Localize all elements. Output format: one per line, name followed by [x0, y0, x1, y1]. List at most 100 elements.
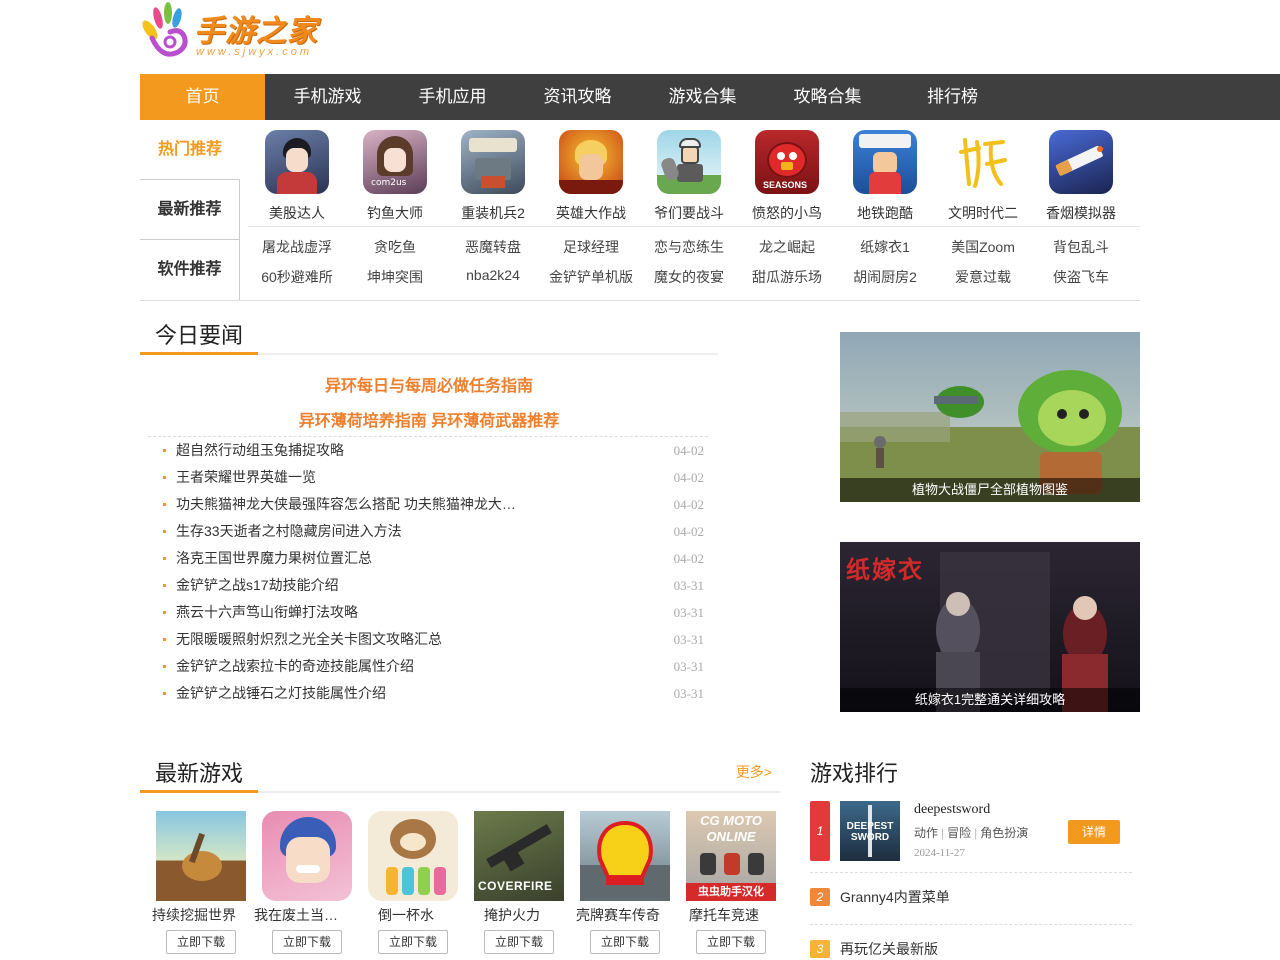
news-item[interactable]: 洛克王国世界魔力果树位置汇总 04-02: [148, 545, 708, 572]
nav-news-guides[interactable]: 资讯攻略: [515, 74, 640, 120]
nav-game-collections[interactable]: 游戏合集: [640, 74, 765, 120]
nav-guide-collections[interactable]: 攻略合集: [765, 74, 890, 120]
anime-girl-icon: com2us: [363, 130, 427, 194]
tab-newest[interactable]: 最新推荐: [140, 180, 240, 240]
download-button[interactable]: 立即下载: [590, 930, 660, 954]
text-link[interactable]: 贪吃鱼: [346, 237, 444, 267]
tab-hot[interactable]: 热门推荐: [140, 120, 240, 180]
news-date: 04-02: [673, 443, 704, 458]
game-card[interactable]: 持续挖掘世界 立即下载: [148, 811, 254, 954]
text-link[interactable]: 胡闹厨房2: [836, 267, 934, 297]
bullet-icon: [163, 476, 166, 479]
game-card[interactable]: 壳牌赛车传奇 立即下载: [572, 811, 678, 954]
text-link[interactable]: 爱意过载: [934, 267, 1032, 297]
text-link[interactable]: 魔女的夜宴: [640, 267, 738, 297]
latest-games-header: 最新游戏 更多>: [140, 756, 780, 793]
text-link[interactable]: nba2k24: [444, 267, 542, 297]
rank-item[interactable]: 3 再玩亿关最新版: [810, 938, 1140, 960]
app-tile[interactable]: 文明时代二: [934, 130, 1032, 223]
bullet-icon: [163, 692, 166, 695]
news-date: 03-31: [673, 659, 704, 674]
text-link[interactable]: 龙之崛起: [738, 237, 836, 267]
headline-link[interactable]: 异环薄荷培养指南 异环薄荷武器推荐: [140, 407, 718, 431]
rank-tag: 角色扮演: [980, 826, 1029, 840]
news-item[interactable]: 燕云十六声笃山衔蝉打法攻略 03-31: [148, 599, 708, 626]
app-tile[interactable]: 香烟模拟器: [1032, 130, 1130, 223]
news-item[interactable]: 王者荣耀世界英雄一览 04-02: [148, 464, 708, 491]
news-item[interactable]: 金铲铲之战s17劫技能介绍 03-31: [148, 572, 708, 599]
news-item[interactable]: 无限暖暖照射炽烈之光全关卡图文攻略汇总 03-31: [148, 626, 708, 653]
download-button[interactable]: 立即下载: [378, 930, 448, 954]
news-item[interactable]: 超自然行动组玉兔捕捉攻略 04-02: [148, 437, 708, 464]
text-link[interactable]: 恋与恋练生: [640, 237, 738, 267]
text-link[interactable]: 甜瓜游乐场: [738, 267, 836, 297]
warrior-icon: [657, 130, 721, 194]
more-link[interactable]: 更多>: [736, 762, 772, 782]
text-link[interactable]: 恶魔转盘: [444, 237, 542, 267]
app-tile[interactable]: com2us 钓鱼大师: [346, 130, 444, 223]
app-tile[interactable]: 英雄大作战: [542, 130, 640, 223]
news-date: 03-31: [673, 632, 704, 647]
news-section-title: 今日要闻: [155, 323, 244, 348]
news-item[interactable]: 功夫熊猫神龙大侠最强阵容怎么搭配 功夫熊猫神龙大侠阵容推荐 04-02: [148, 491, 708, 518]
app-tile[interactable]: 重装机兵2: [444, 130, 542, 223]
download-button[interactable]: 立即下载: [272, 930, 342, 954]
text-link[interactable]: 金铲铲单机版: [542, 267, 640, 297]
nav-mobile-games[interactable]: 手机游戏: [265, 74, 390, 120]
app-tile[interactable]: 爷们要战斗: [640, 130, 738, 223]
nav-mobile-apps[interactable]: 手机应用: [390, 74, 515, 120]
rank-number: 1: [810, 801, 830, 861]
game-name: 我在废土当大王: [254, 907, 346, 923]
text-link[interactable]: 背包乱斗: [1032, 237, 1130, 267]
news-title: 金铲铲之战索拉卡的奇迹技能属性介绍: [176, 658, 414, 674]
mech-icon: [461, 130, 525, 194]
nav-rankings[interactable]: 排行榜: [890, 74, 1015, 120]
download-button[interactable]: 立即下载: [484, 930, 554, 954]
game-card[interactable]: COVERFIRE 掩护火力 立即下载: [466, 811, 572, 954]
banner-plants-vs-zombies[interactable]: 植物大战僵尸全部植物图鉴: [840, 332, 1140, 502]
tag-separator: |: [941, 826, 945, 840]
banner-caption: 纸嫁衣1完整通关详细攻略: [840, 688, 1140, 712]
digging-game-icon: [156, 811, 246, 901]
header: 手游之家 www.sjwyx.com: [0, 0, 1280, 74]
game-card[interactable]: CG MOTO ONLINE 虫虫助手汉化 摩托车竞速 立即下载: [678, 811, 784, 954]
app-label: 钓鱼大师: [367, 205, 423, 221]
text-link[interactable]: 侠盗飞车: [1032, 267, 1130, 297]
game-card[interactable]: 我在废土当大王 立即下载: [254, 811, 360, 954]
rank-item-first[interactable]: 1 DEEPEST SWORD deepestsword 动作 | 冒险 | 角色扮演 …: [810, 801, 1140, 861]
rank-game-name: Granny4内置菜单: [840, 889, 950, 905]
text-link[interactable]: 纸嫁衣1: [836, 237, 934, 267]
game-card[interactable]: 倒一杯水 立即下载: [360, 811, 466, 954]
download-button[interactable]: 立即下载: [166, 930, 236, 954]
bullet-icon: [163, 530, 166, 533]
rank-item[interactable]: 2 Granny4内置菜单: [810, 886, 1140, 908]
text-link[interactable]: 美国Zoom: [934, 237, 1032, 267]
news-title: 超自然行动组玉兔捕捉攻略: [176, 442, 344, 458]
game-name: 持续挖掘世界: [152, 907, 236, 923]
news-date: 03-31: [673, 686, 704, 701]
banner-paper-bride[interactable]: 纸嫁衣 纸嫁衣1完整通关详细攻略: [840, 542, 1140, 712]
site-logo[interactable]: 手游之家 www.sjwyx.com: [140, 0, 330, 64]
nav-home[interactable]: 首页: [140, 74, 265, 120]
news-item[interactable]: 生存33天逝者之村隐藏房间进入方法 04-02: [148, 518, 708, 545]
download-button[interactable]: 立即下载: [696, 930, 766, 954]
news-list: 超自然行动组玉兔捕捉攻略 04-02 王者荣耀世界英雄一览 04-02 功夫熊猫神龙…: [148, 436, 708, 707]
text-link[interactable]: 60秒避难所: [248, 267, 346, 297]
news-item[interactable]: 金铲铲之战索拉卡的奇迹技能属性介绍 03-31: [148, 653, 708, 680]
headline-link[interactable]: 异环每日与每周必做任务指南: [140, 372, 718, 396]
bullet-icon: [163, 503, 166, 506]
app-tile[interactable]: 美股达人: [248, 130, 346, 223]
tag-separator: |: [974, 826, 978, 840]
rank-game-name: deepestsword: [914, 802, 991, 817]
news-date: 04-02: [673, 551, 704, 566]
latest-games-row: 持续挖掘世界 立即下载 我在废土当大王 立即下载 倒一杯水 立即下载 COVER…: [148, 811, 788, 954]
text-link[interactable]: 屠龙战虚浮: [248, 237, 346, 267]
text-link[interactable]: 足球经理: [542, 237, 640, 267]
news-item[interactable]: 金铲铲之战锤石之灯技能属性介绍 03-31: [148, 680, 708, 707]
detail-button[interactable]: 详情: [1068, 820, 1120, 844]
app-label: 爷们要战斗: [654, 205, 724, 221]
text-link[interactable]: 坤坤突围: [346, 267, 444, 297]
tab-software[interactable]: 软件推荐: [140, 240, 240, 300]
app-tile[interactable]: 地铁跑酷: [836, 130, 934, 223]
app-tile[interactable]: SEASONS 愤怒的小鸟: [738, 130, 836, 223]
